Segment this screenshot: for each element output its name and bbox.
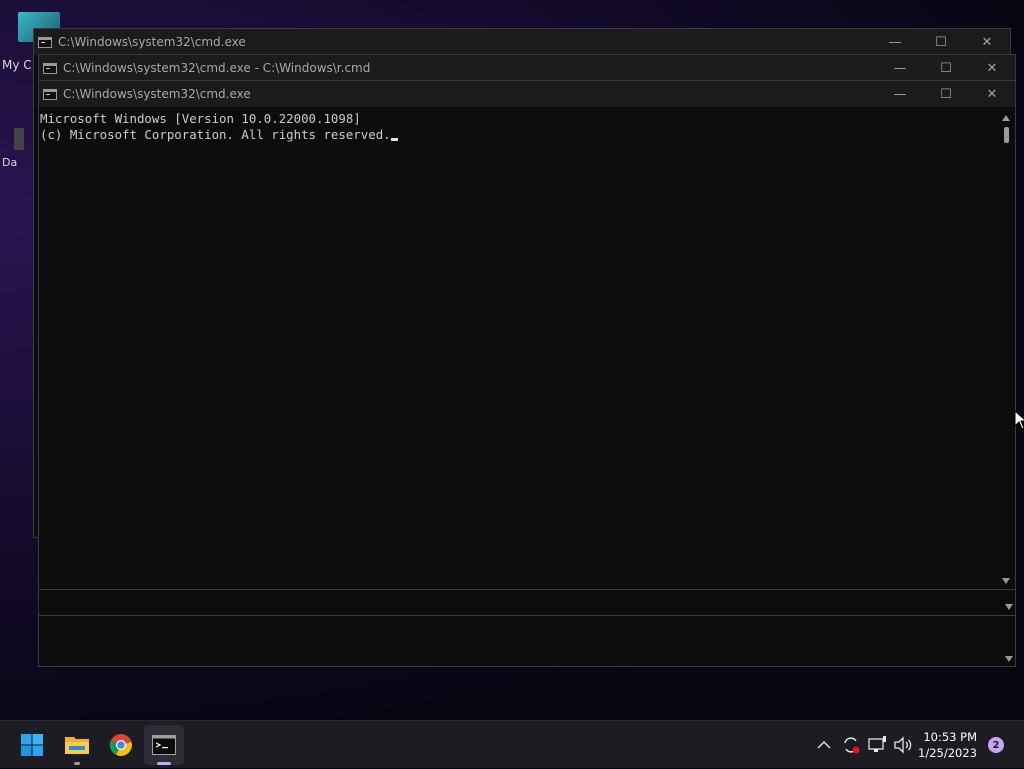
taskbar: 10:53 PM 1/25/2023 2	[0, 720, 1024, 768]
title-bar[interactable]: C:\Windows\system32\cmd.exe - C:\Windows…	[39, 55, 1015, 81]
console-output[interactable]: Microsoft Windows [Version 10.0.22000.10…	[39, 109, 998, 589]
command-prompt-button[interactable]	[144, 725, 184, 765]
maximize-button[interactable]: ☐	[918, 29, 964, 55]
cmd-window-front[interactable]: C:\Windows\system32\cmd.exe — ☐ ✕ Micros…	[38, 80, 1016, 667]
mouse-pointer-icon	[1014, 410, 1024, 430]
chrome-icon	[109, 734, 132, 756]
close-button[interactable]: ✕	[964, 29, 1010, 55]
maximize-button[interactable]: ☐	[923, 55, 969, 81]
desktop-label-item[interactable]: Da	[2, 156, 17, 169]
chevron-up-icon[interactable]	[814, 735, 834, 755]
minimize-button[interactable]: —	[872, 29, 918, 55]
scrollbar-thumb[interactable]	[1004, 127, 1009, 143]
running-indicator	[74, 762, 80, 765]
folder-icon	[65, 737, 89, 754]
clock-date: 1/25/2023	[918, 746, 977, 760]
window-title: C:\Windows\system32\cmd.exe - C:\Windows…	[63, 61, 371, 75]
console-line: (c) Microsoft Corporation. All rights re…	[40, 127, 1000, 143]
desktop-label-my-computer[interactable]: My C	[2, 58, 32, 72]
chrome-button[interactable]	[101, 725, 141, 765]
window-title: C:\Windows\system32\cmd.exe	[63, 87, 251, 101]
volume-icon[interactable]	[892, 735, 914, 755]
scroll-down-icon[interactable]	[1005, 656, 1013, 662]
active-indicator	[157, 762, 171, 765]
close-button[interactable]: ✕	[969, 55, 1015, 81]
cmd-icon	[43, 88, 57, 100]
title-bar[interactable]: C:\Windows\system32\cmd.exe — ☐ ✕	[34, 29, 1010, 55]
minimize-button[interactable]: —	[877, 81, 923, 107]
clock-time: 10:53 PM	[923, 730, 977, 744]
network-icon[interactable]	[866, 735, 888, 755]
clock[interactable]: 10:53 PM 1/25/2023	[918, 729, 977, 761]
console-copyright-line: (c) Microsoft Corporation. All rights re…	[40, 127, 391, 142]
console-version-line: Microsoft Windows [Version 10.0.22000.10…	[40, 111, 361, 126]
scroll-up-icon[interactable]	[1002, 115, 1010, 121]
maximize-button[interactable]: ☐	[923, 81, 969, 107]
scroll-down-icon[interactable]	[1005, 604, 1013, 610]
title-bar[interactable]: C:\Windows\system32\cmd.exe — ☐ ✕	[39, 81, 1015, 107]
window-title: C:\Windows\system32\cmd.exe	[58, 35, 246, 49]
notification-badge[interactable]: 2	[988, 737, 1004, 753]
text-cursor	[390, 138, 398, 141]
windows-logo-icon	[21, 734, 43, 756]
cmd-icon	[38, 36, 52, 48]
system-tray	[814, 721, 914, 769]
desktop: My C Da C:\Windows\system32\cmd.exe — ☐ …	[0, 0, 1024, 720]
terminal-icon	[152, 735, 176, 755]
start-button[interactable]	[12, 725, 52, 765]
cmd-icon	[43, 62, 57, 74]
divider	[39, 589, 1015, 590]
scroll-down-icon[interactable]	[1002, 578, 1010, 584]
minimize-button[interactable]: —	[877, 55, 923, 81]
divider	[39, 615, 1015, 616]
vertical-scrollbar[interactable]	[999, 109, 1015, 589]
sync-icon[interactable]	[840, 734, 862, 756]
file-explorer-button[interactable]	[57, 725, 97, 765]
close-button[interactable]: ✕	[969, 81, 1015, 107]
desktop-item-icon[interactable]	[14, 128, 24, 150]
console-line: Microsoft Windows [Version 10.0.22000.10…	[40, 111, 1000, 127]
